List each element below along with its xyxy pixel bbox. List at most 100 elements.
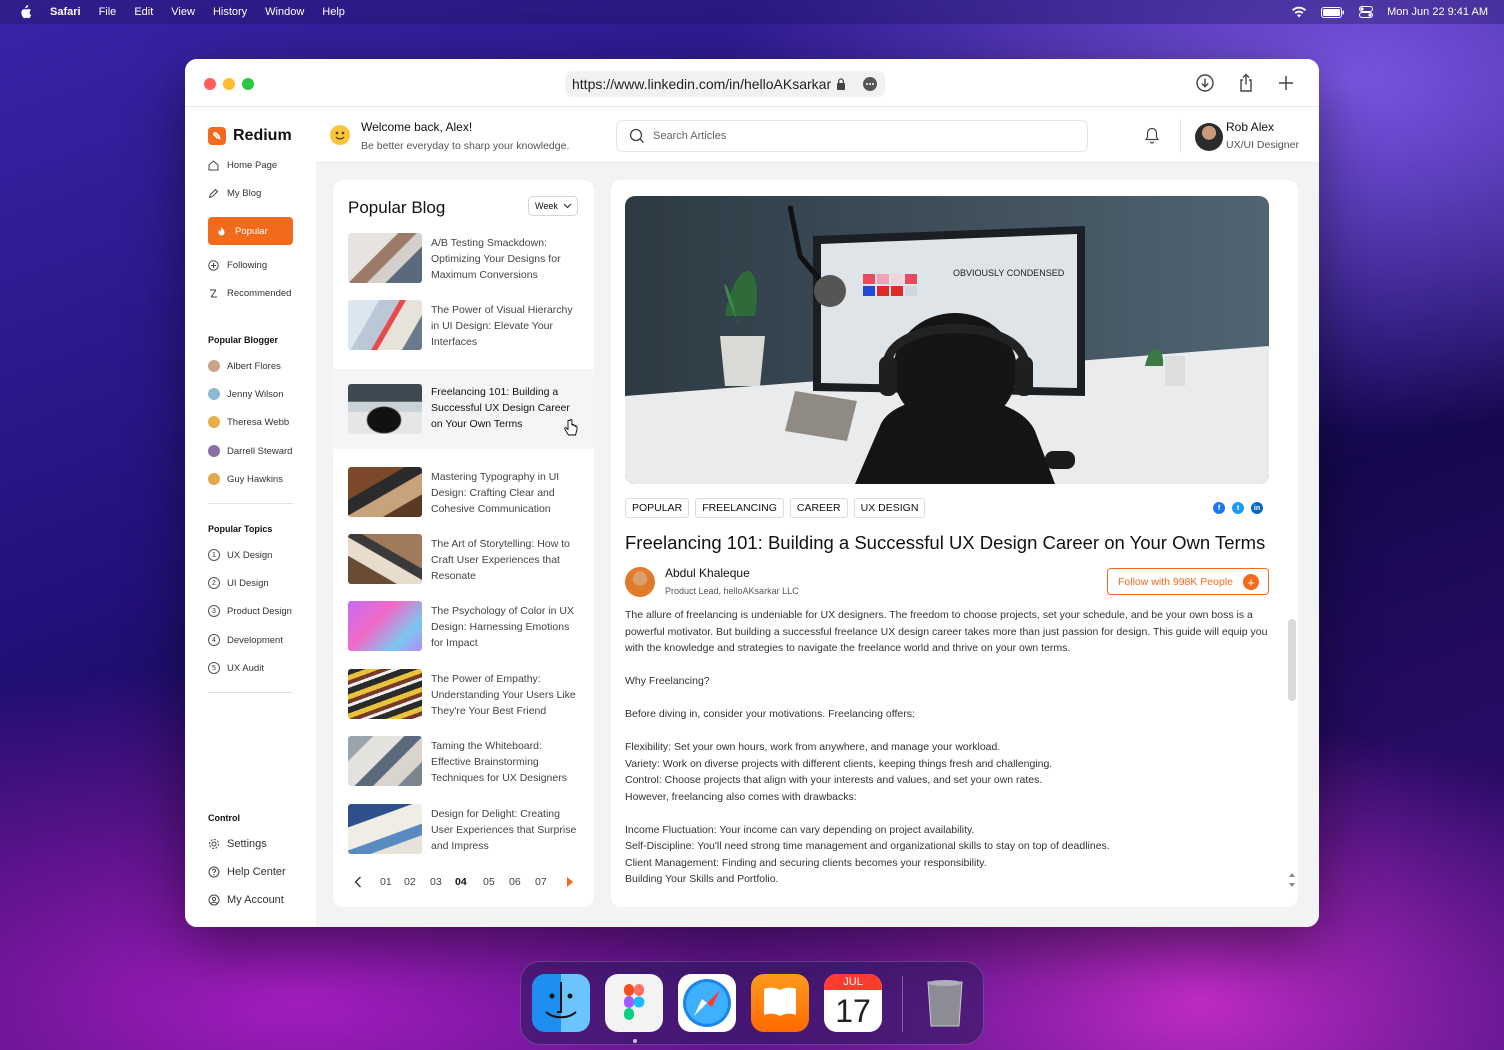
chevron-right-icon[interactable] [566, 876, 574, 888]
page-menu-icon[interactable] [863, 77, 877, 91]
finder-icon[interactable] [532, 974, 590, 1032]
page-link[interactable]: 03 [430, 876, 442, 888]
nav-following[interactable]: Following [208, 260, 267, 271]
user-avatar[interactable] [1195, 123, 1223, 151]
battery-icon[interactable] [1321, 6, 1345, 18]
topic-item[interactable]: 3 Product Design [208, 605, 292, 617]
plus-circle-icon [208, 260, 219, 271]
tag-chip[interactable]: UX DESIGN [853, 498, 926, 518]
author-name[interactable]: Abdul Khaleque [665, 566, 750, 580]
nav-my-blog[interactable]: My Blog [208, 188, 261, 199]
facebook-icon[interactable]: f [1213, 502, 1225, 514]
follow-button[interactable]: Follow with 998K People + [1107, 568, 1269, 595]
nav-home-page[interactable]: Home Page [208, 160, 277, 171]
blog-thumbnail [348, 467, 422, 517]
tag-chip[interactable]: FREELANCING [695, 498, 784, 518]
welcome-subtitle: Be better everyday to sharp your knowled… [361, 140, 570, 152]
scrollbar[interactable] [1288, 619, 1296, 701]
topic-item[interactable]: 4 Development [208, 634, 283, 646]
menu-help[interactable]: Help [322, 6, 345, 18]
menu-file[interactable]: File [99, 6, 117, 18]
period-dropdown[interactable]: Week [528, 196, 578, 216]
nav-label: Popular [235, 225, 268, 237]
new-tab-icon[interactable] [1276, 73, 1296, 93]
bell-icon[interactable] [1144, 127, 1160, 144]
menu-window[interactable]: Window [265, 6, 304, 18]
books-icon[interactable] [751, 974, 809, 1032]
page-link[interactable]: 06 [509, 876, 521, 888]
app-name: Redium [233, 127, 292, 144]
blogger-item[interactable]: Theresa Webb [208, 416, 289, 428]
clock-text[interactable]: Mon Jun 22 9:41 AM [1387, 6, 1488, 18]
popular-blogger-heading: Popular Blogger [208, 335, 279, 345]
wifi-icon[interactable] [1291, 6, 1307, 18]
pointer-cursor-icon [564, 419, 578, 436]
blog-thumbnail [348, 534, 422, 584]
nav-popular[interactable]: Popular [208, 217, 293, 245]
topic-item[interactable]: 2 UI Design [208, 577, 269, 589]
close-window-button[interactable] [204, 78, 216, 90]
url-text[interactable]: https://www.linkedin.com/in/helloAKsarka… [572, 76, 831, 92]
blog-thumbnail [348, 233, 422, 283]
page-link[interactable]: 05 [483, 876, 495, 888]
user-name[interactable]: Rob Alex [1226, 120, 1274, 134]
help-center-link[interactable]: Help Center [208, 866, 286, 878]
author-avatar[interactable] [625, 567, 655, 597]
zoom-window-button[interactable] [242, 78, 254, 90]
blogger-item[interactable]: Jenny Wilson [208, 388, 284, 400]
address-bar[interactable]: https://www.linkedin.com/in/helloAKsarka… [565, 71, 885, 97]
blog-list-item[interactable]: Mastering Typography in UI Design: Craft… [348, 467, 588, 519]
blogger-name: Guy Hawkins [227, 473, 283, 485]
article-paragraph: Control: Choose projects that align with… [625, 774, 1043, 786]
trash-icon[interactable] [916, 974, 974, 1032]
blogger-item[interactable]: Darrell Steward [208, 445, 292, 457]
page-link[interactable]: 07 [535, 876, 547, 888]
app-logo[interactable]: ✎ Redium [208, 127, 292, 145]
blog-list-item-selected[interactable]: Freelancing 101: Building a Successful U… [333, 369, 594, 449]
safari-icon[interactable] [678, 974, 736, 1032]
tag-chip[interactable]: POPULAR [625, 498, 690, 518]
menu-safari[interactable]: Safari [50, 6, 81, 18]
blog-list-item[interactable]: A/B Testing Smackdown: Optimizing Your D… [348, 233, 588, 285]
tag-chip[interactable]: CAREER [789, 498, 848, 518]
share-icon[interactable] [1236, 73, 1256, 93]
twitter-icon[interactable]: t [1232, 502, 1244, 514]
menu-view[interactable]: View [171, 6, 195, 18]
settings-link[interactable]: Settings [208, 838, 267, 850]
linkedin-icon[interactable]: in [1251, 502, 1263, 514]
blog-list-item[interactable]: The Power of Visual Hierarchy in UI Desi… [348, 300, 588, 352]
blogger-item[interactable]: Guy Hawkins [208, 473, 283, 485]
topic-item[interactable]: 1 UX Design [208, 549, 272, 561]
topic-number: 2 [208, 577, 220, 589]
blog-list-item[interactable]: Design for Delight: Creating User Experi… [348, 804, 588, 856]
blogger-item[interactable]: Albert Flores [208, 360, 281, 372]
blog-list-item[interactable]: The Power of Empathy: Understanding Your… [348, 669, 588, 721]
control-center-icon[interactable] [1359, 6, 1374, 18]
page-link[interactable]: 02 [404, 876, 416, 888]
menu-edit[interactable]: Edit [134, 6, 153, 18]
blog-list-item[interactable]: The Psychology of Color in UX Design: Ha… [348, 601, 588, 653]
my-account-link[interactable]: My Account [208, 894, 284, 906]
page-link[interactable]: 01 [380, 876, 392, 888]
scroll-arrows-icon[interactable] [1288, 871, 1296, 889]
nav-recommended[interactable]: Recommended [208, 288, 291, 299]
calendar-icon[interactable]: JUL 17 [824, 974, 882, 1032]
topic-item[interactable]: 5 UX Audit [208, 662, 264, 674]
apple-icon[interactable] [18, 5, 32, 19]
blog-list-item[interactable]: The Art of Storytelling: How to Craft Us… [348, 534, 588, 586]
chevron-left-icon[interactable] [354, 876, 362, 888]
user-role: UX/UI Designer [1226, 139, 1299, 151]
menu-history[interactable]: History [213, 6, 247, 18]
period-value: Week [535, 201, 558, 211]
minimize-window-button[interactable] [223, 78, 235, 90]
search-input[interactable]: Search Articles [616, 120, 1088, 152]
download-icon[interactable] [1195, 73, 1215, 93]
page-link-current[interactable]: 04 [455, 876, 467, 888]
blog-thumbnail [348, 601, 422, 651]
search-placeholder: Search Articles [653, 130, 727, 142]
blog-title: The Art of Storytelling: How to Craft Us… [431, 538, 570, 582]
blog-thumbnail [348, 384, 422, 434]
blog-list-item[interactable]: Taming the Whiteboard: Effective Brainst… [348, 736, 588, 788]
figma-icon[interactable] [605, 974, 663, 1032]
nav-label: Home Page [227, 160, 278, 171]
